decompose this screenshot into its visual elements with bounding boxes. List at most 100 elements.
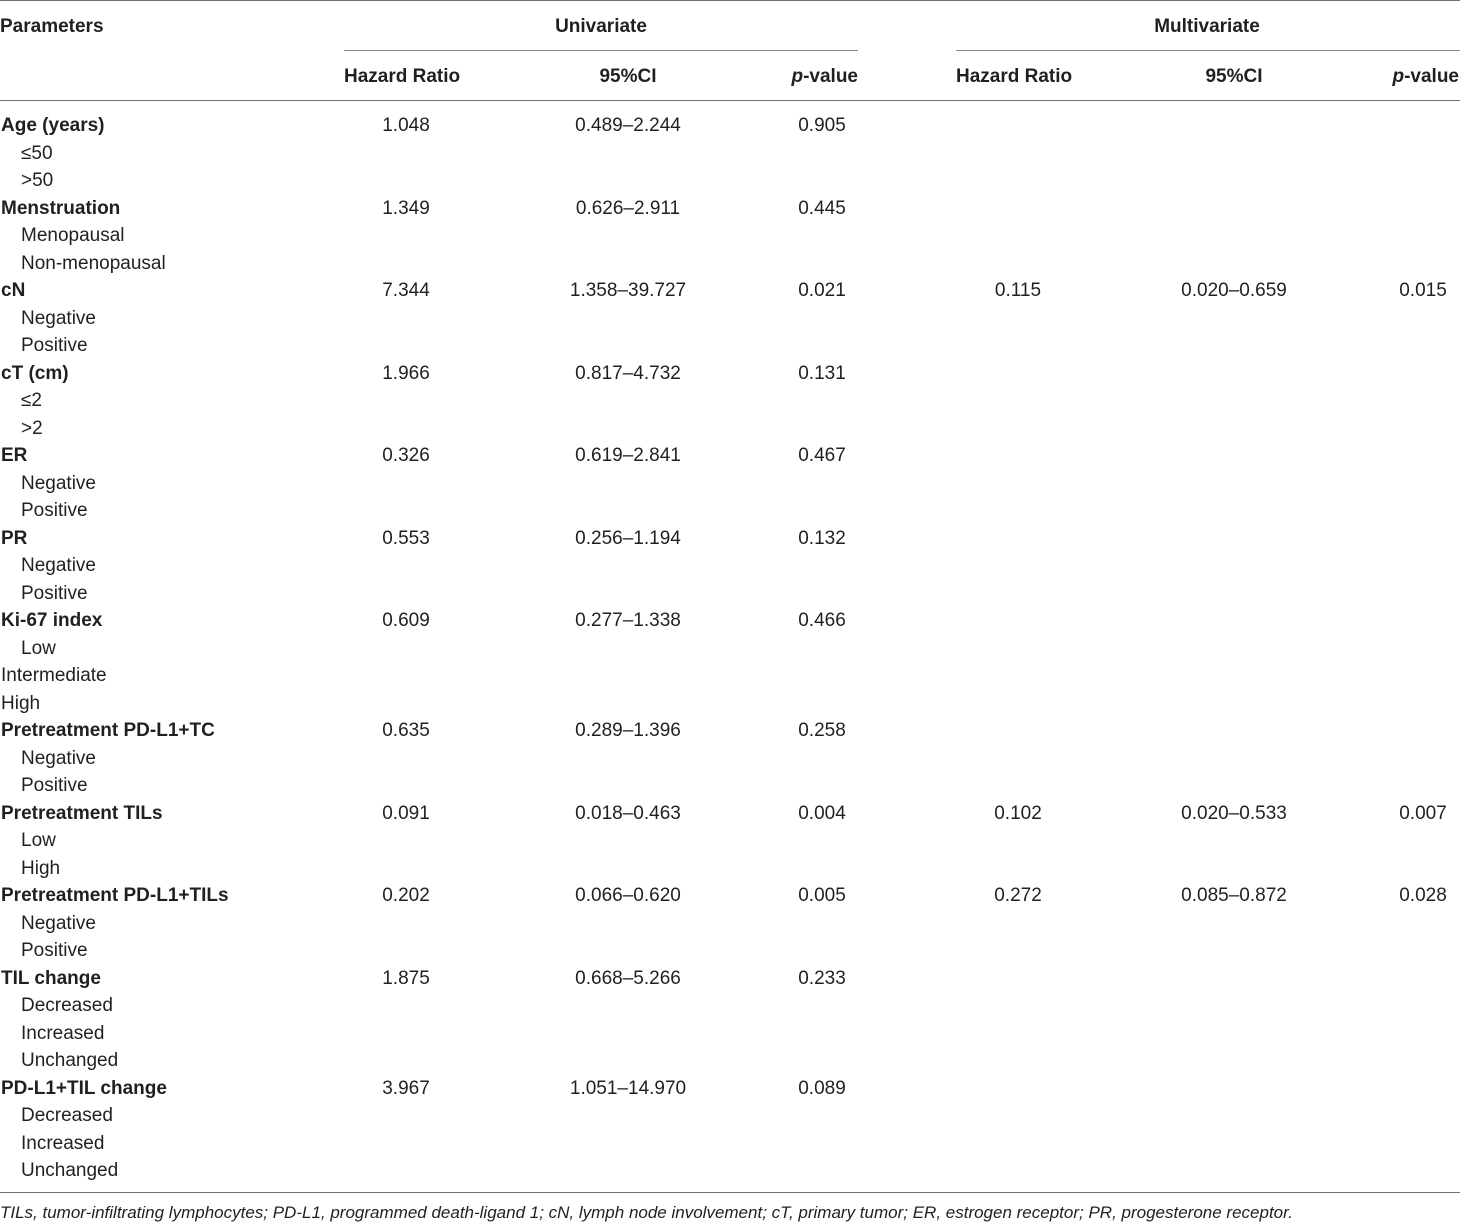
- category-label: Low: [21, 830, 56, 851]
- parameter-label: ER: [1, 445, 28, 466]
- category-label: Positive: [21, 940, 88, 961]
- category-label: Negative: [21, 912, 96, 934]
- uni-hazard-ratio-cell: 0.091: [382, 802, 430, 824]
- uni-p-value-cell: 0.905: [798, 115, 846, 136]
- table-footnote: TILs, tumor-infiltrating lymphocytes; PD…: [0, 1203, 1293, 1222]
- category-label: Unchanged: [21, 1050, 119, 1071]
- multi-ci-cell: 0.085–0.872: [1181, 885, 1287, 906]
- uni-ci-cell: 1.051–14.970: [569, 1077, 687, 1099]
- uni-ci-cell: 0.066–0.620: [575, 885, 681, 906]
- uni-ci-cell: 0.619–2.841: [575, 445, 681, 466]
- uni-p-value-cell: 0.258: [798, 720, 846, 741]
- uni-hazard-ratio-cell: 1.349: [382, 197, 430, 219]
- multi-p-value-cell: 0.015: [1399, 280, 1447, 301]
- multi-hazard-ratio-cell: 0.272: [994, 885, 1042, 906]
- uni-p-value-cell: 0.233: [798, 967, 846, 989]
- uni-ci-header: 95%CI: [599, 66, 657, 87]
- category-label: Decreased: [21, 1105, 113, 1126]
- category-label: High: [1, 692, 41, 714]
- category-label: Negative: [21, 472, 96, 494]
- uni-hazard-ratio-cell: 7.344: [382, 280, 430, 301]
- multi-ci-cell: 0.020–0.659: [1181, 280, 1287, 301]
- uni-hazard-ratio-cell: 0.609: [382, 610, 430, 631]
- uni-p-value-cell: 0.005: [798, 885, 846, 906]
- header-bottom-rule: [0, 100, 1460, 101]
- uni-p-value-header: p-value: [791, 66, 858, 88]
- uni-p-value-cell: 0.004: [798, 802, 846, 824]
- uni-hazard-ratio-header: Hazard Ratio: [344, 66, 461, 87]
- category-label: ≤2: [21, 390, 42, 411]
- category-label: Increased: [21, 1022, 105, 1044]
- parameter-label: Age (years): [1, 115, 105, 136]
- category-label: Menopausal: [21, 225, 125, 246]
- parameter-label: Menstruation: [1, 197, 121, 219]
- multi-hazard-ratio-cell: 0.102: [994, 802, 1042, 824]
- parameter-label: PD-L1+TIL change: [1, 1077, 167, 1099]
- uni-hazard-ratio-cell: 0.202: [382, 885, 430, 906]
- uni-ci-cell: 0.489–2.244: [575, 115, 681, 136]
- parameter-label: PR: [1, 527, 28, 549]
- multi-hazard-ratio-header: Hazard Ratio: [956, 66, 1073, 87]
- multivariate-underline: [956, 50, 1460, 51]
- category-label: Positive: [21, 775, 88, 796]
- category-label: Positive: [21, 582, 88, 604]
- uni-hazard-ratio-cell: 1.048: [382, 115, 430, 136]
- uni-p-value-cell: 0.089: [798, 1077, 846, 1099]
- parameter-label: TIL change: [1, 967, 101, 989]
- uni-p-value-cell: 0.132: [798, 527, 846, 549]
- p-rest: -value: [1404, 66, 1459, 87]
- multivariate-header: Multivariate: [1154, 16, 1260, 37]
- p-italic: p: [791, 66, 804, 87]
- category-label: High: [21, 857, 61, 879]
- category-label: ≤50: [21, 142, 53, 164]
- uni-hazard-ratio-cell: 0.635: [382, 720, 430, 741]
- parameter-label: cT (cm): [1, 362, 69, 384]
- uni-hazard-ratio-cell: 1.875: [382, 967, 430, 989]
- category-label: Non-menopausal: [21, 252, 166, 274]
- multi-ci-header: 95%CI: [1205, 66, 1263, 87]
- multi-ci-cell: 0.020–0.533: [1181, 802, 1287, 824]
- univariate-header: Univariate: [555, 16, 647, 37]
- category-label: Intermediate: [1, 665, 107, 686]
- category-label: Negative: [21, 307, 96, 329]
- multi-p-value-cell: 0.028: [1399, 885, 1447, 906]
- uni-hazard-ratio-cell: 0.553: [382, 527, 430, 549]
- p-italic: p: [1392, 66, 1405, 87]
- uni-ci-cell: 0.817–4.732: [575, 362, 681, 384]
- category-label: Positive: [21, 335, 88, 356]
- category-label: Low: [21, 637, 56, 659]
- uni-ci-cell: 0.668–5.266: [575, 967, 681, 989]
- multi-p-value-header: p-value: [1392, 66, 1459, 88]
- parameter-label: cN: [1, 280, 26, 301]
- uni-p-value-cell: 0.445: [798, 197, 846, 219]
- uni-hazard-ratio-cell: 3.967: [382, 1077, 430, 1099]
- multi-p-value-cell: 0.007: [1399, 802, 1447, 824]
- parameter-label: Pretreatment TILs: [1, 802, 163, 824]
- table-top-rule: [0, 0, 1460, 1]
- uni-ci-cell: 0.277–1.338: [575, 610, 681, 631]
- category-label: Unchanged: [21, 1160, 119, 1181]
- category-label: Increased: [21, 1132, 105, 1154]
- parameter-label: Pretreatment PD-L1+TC: [1, 720, 215, 741]
- table-bottom-rule: [0, 1192, 1460, 1193]
- uni-ci-cell: 1.358–39.727: [569, 280, 687, 301]
- uni-ci-cell: 0.256–1.194: [575, 527, 681, 549]
- uni-hazard-ratio-cell: 0.326: [382, 445, 430, 466]
- uni-ci-cell: 0.018–0.463: [575, 802, 681, 824]
- uni-p-value-cell: 0.021: [798, 280, 846, 301]
- uni-hazard-ratio-cell: 1.966: [382, 362, 430, 384]
- uni-p-value-cell: 0.467: [798, 445, 846, 466]
- parameters-header: Parameters: [0, 16, 104, 37]
- multi-hazard-ratio-cell: 0.115: [994, 280, 1042, 301]
- p-rest: -value: [803, 66, 858, 87]
- uni-p-value-cell: 0.466: [798, 610, 846, 631]
- category-label: >50: [21, 170, 54, 191]
- category-label: Negative: [21, 555, 96, 576]
- category-label: Negative: [21, 747, 96, 769]
- uni-ci-cell: 0.289–1.396: [575, 720, 681, 741]
- parameter-label: Ki-67 index: [1, 610, 103, 631]
- category-label: Decreased: [21, 995, 113, 1016]
- parameter-label: Pretreatment PD-L1+TILs: [1, 885, 229, 906]
- category-label: Positive: [21, 500, 88, 521]
- uni-ci-cell: 0.626–2.911: [575, 197, 681, 219]
